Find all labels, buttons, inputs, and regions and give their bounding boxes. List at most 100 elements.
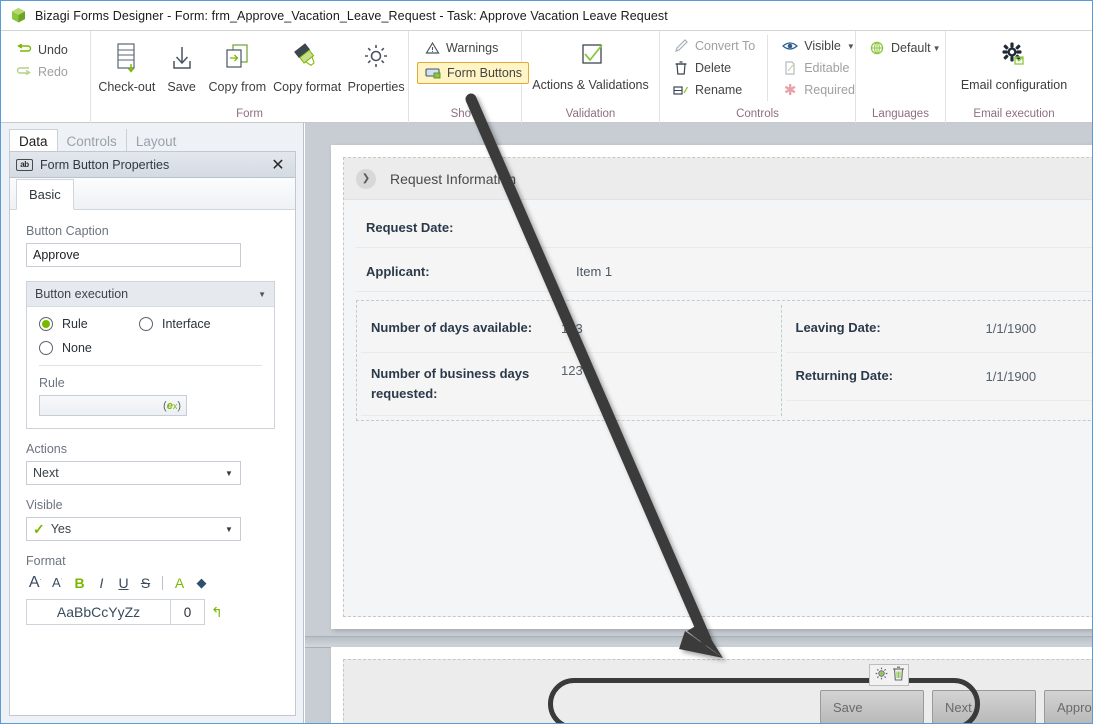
editable-button[interactable]: Editable — [775, 57, 861, 79]
form-buttons-button[interactable]: Form Buttons — [417, 62, 530, 84]
form-button-label: Save — [833, 699, 863, 715]
ribbon-group-label-form: Form — [236, 108, 263, 120]
column-right-filler — [785, 401, 1092, 416]
convert-to-button[interactable]: Convert To — [666, 35, 761, 57]
copy-format-icon — [292, 39, 322, 79]
trash-icon[interactable] — [892, 666, 905, 685]
undo-button[interactable]: Undo — [9, 39, 74, 61]
font-color-icon[interactable]: A — [170, 573, 189, 592]
copy-from-button[interactable]: Copy from — [205, 37, 270, 95]
actions-value: Next — [33, 466, 59, 480]
rename-label: Rename — [695, 82, 743, 97]
field-row-leaving-date[interactable]: Leaving Date: 1/1/1900 — [785, 305, 1092, 353]
tab-data[interactable]: Data — [9, 129, 58, 151]
form-button-save[interactable]: Save — [820, 690, 924, 723]
actions-field: Actions Next ▼ — [26, 442, 279, 485]
copy-format-button[interactable]: Copy format — [270, 37, 344, 95]
strikethrough-icon[interactable]: S — [136, 573, 155, 592]
redo-button[interactable]: Redo — [9, 61, 74, 83]
field-row-request-date[interactable]: Request Date: — [356, 208, 1092, 248]
check-out-icon — [114, 39, 140, 79]
check-out-button[interactable]: Check-out — [95, 37, 159, 95]
column-right: Leaving Date: 1/1/1900 Returning Date: 1… — [782, 305, 1092, 416]
field-row-days-available[interactable]: Number of days available: 123 — [361, 305, 777, 353]
warnings-button[interactable]: Warnings — [417, 37, 504, 59]
chevron-down-icon[interactable]: ▼ — [933, 44, 941, 53]
tab-controls[interactable]: Controls — [58, 129, 127, 151]
button-mini-toolbar — [869, 664, 909, 686]
save-button[interactable]: Save — [159, 37, 205, 95]
field-label: Number of days available: — [371, 320, 533, 336]
button-execution-body: Rule Interface None Rule (ex) — [27, 307, 274, 428]
chevron-down-icon[interactable]: ▼ — [847, 42, 855, 51]
ribbon-group-label-controls: Controls — [736, 108, 779, 120]
radio-none-indicator[interactable] — [39, 341, 53, 355]
field-label: Leaving Date: — [795, 320, 881, 336]
decrease-font-size-icon[interactable]: A ˙ — [48, 573, 67, 592]
format-preview[interactable]: AaBbCcYyZz — [26, 599, 171, 625]
format-size-input[interactable]: 0 — [171, 599, 205, 625]
chevron-down-icon[interactable]: ▼ — [258, 290, 266, 299]
ribbon-group-form: Check-out Save Copy from Copy format Pro… — [91, 31, 409, 123]
close-icon[interactable]: ✕ — [267, 154, 289, 176]
radio-option-rule[interactable]: Rule — [39, 317, 139, 331]
field-value: Item 1 — [576, 264, 613, 279]
radio-option-interface[interactable]: Interface — [139, 317, 211, 331]
tab-basic[interactable]: Basic — [16, 179, 74, 210]
rename-button[interactable]: Rename — [666, 79, 761, 101]
button-caption-input[interactable]: Approve — [26, 243, 241, 267]
radio-option-none[interactable]: None — [39, 341, 139, 355]
field-row-returning-date[interactable]: Returning Date: 1/1/1900 — [785, 353, 1092, 401]
properties-label: Properties — [347, 80, 405, 94]
field-row-applicant[interactable]: Applicant: Item 1 — [356, 252, 1092, 292]
convert-to-label: Convert To — [695, 38, 756, 53]
field-label: Applicant: — [366, 264, 430, 279]
underline-icon[interactable]: U — [114, 573, 133, 592]
ribbon-group-show: Warnings Form Buttons Show — [409, 31, 530, 123]
default-language-button[interactable]: Default ▼ — [862, 37, 947, 59]
visible-label: Visible — [26, 498, 63, 512]
tab-layout[interactable]: Layout — [127, 129, 186, 151]
undo-icon — [15, 42, 33, 58]
field-row-business-days[interactable]: Number of business days requested: 123 — [361, 353, 777, 416]
copy-format-label: Copy format — [273, 80, 342, 94]
radio-rule-indicator[interactable] — [39, 317, 53, 331]
button-execution-header[interactable]: Button execution ▼ — [27, 282, 274, 307]
visible-label: Visible — [804, 38, 841, 53]
italic-icon[interactable]: I — [92, 573, 111, 592]
radio-interface-indicator[interactable] — [139, 317, 153, 331]
expression-icon[interactable]: (ex) — [163, 400, 181, 412]
properties-inner-tabstrip: Basic — [10, 178, 295, 210]
highlight-color-icon[interactable]: ◆ — [192, 573, 211, 592]
increase-font-size-icon[interactable]: A ˙ — [26, 573, 45, 592]
delete-button[interactable]: Delete — [666, 57, 761, 79]
reset-format-icon[interactable]: ↰ — [211, 604, 223, 621]
group-header-request-information[interactable]: ❯ Request Information — [344, 158, 1092, 200]
ribbon-group-label-languages: Languages — [872, 108, 929, 120]
properties-button[interactable]: Properties — [344, 37, 408, 95]
group-title: Request Information — [390, 170, 517, 187]
form-button-next[interactable]: Next — [932, 690, 1036, 723]
gear-icon[interactable] — [874, 666, 889, 685]
form-button-approve[interactable]: Approve — [1044, 690, 1092, 723]
rule-input[interactable]: (ex) — [39, 395, 187, 416]
chevron-down-icon[interactable]: ❯ — [356, 168, 376, 189]
delete-label: Delete — [695, 60, 732, 75]
check-icon: ✓ — [33, 520, 45, 537]
actions-validations-button[interactable]: Actions & Validations — [526, 35, 656, 93]
actions-select[interactable]: Next ▼ — [26, 461, 241, 485]
ribbon-group-label-email: Email execution — [973, 108, 1055, 120]
visible-button[interactable]: Visible ▼ — [775, 35, 861, 57]
chevron-down-icon[interactable]: ▼ — [222, 525, 236, 534]
field-value: 1/1/1900 — [985, 369, 1037, 384]
save-label: Save — [167, 80, 196, 94]
required-button[interactable]: ✱ Required — [775, 79, 861, 101]
visible-field: Visible ✓ Yes ▼ — [26, 498, 279, 541]
visible-select[interactable]: ✓ Yes ▼ — [26, 517, 241, 541]
chevron-down-icon[interactable]: ▼ — [222, 469, 236, 478]
email-configuration-button[interactable]: Email configuration — [951, 35, 1077, 93]
button-execution-label: Button execution — [35, 287, 129, 301]
bold-icon[interactable]: B — [70, 573, 89, 592]
tab-data-label: Data — [19, 134, 48, 149]
globe-icon — [868, 40, 886, 56]
